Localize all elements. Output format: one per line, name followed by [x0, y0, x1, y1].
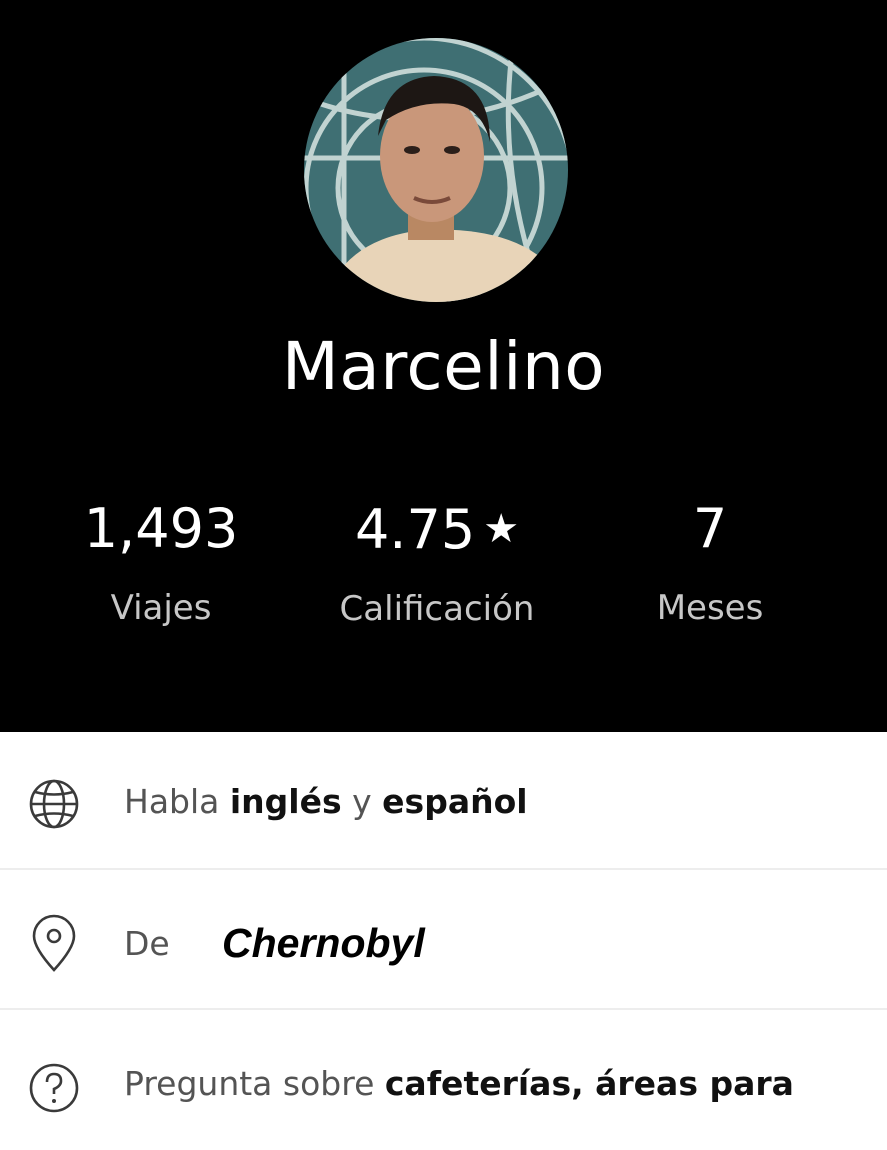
ask-about-topics: cafeterías, áreas para [384, 1064, 794, 1103]
trips-count: 1,493 [83, 497, 239, 560]
language-1: inglés [229, 782, 342, 821]
languages-row: Habla inglés y español [0, 732, 887, 870]
rating-label: Calificación [339, 589, 535, 629]
stat-months: 7 Meses [570, 496, 850, 630]
driver-name: Marcelino [281, 328, 606, 405]
stat-rating: 4.75 ★ Calificación [297, 496, 577, 631]
language-2: español [382, 782, 528, 821]
driver-photo [304, 38, 568, 302]
languages-connector: y [352, 782, 372, 821]
languages-prefix: Habla [124, 782, 220, 821]
stat-trips: 1,493 Viajes [21, 496, 301, 630]
ask-about-row: Pregunta sobre cafeterías, áreas para [0, 1012, 887, 1150]
trips-label: Viajes [110, 588, 212, 628]
globe-icon [26, 776, 82, 832]
origin-prefix: De [124, 924, 170, 963]
location-pin-icon [26, 914, 82, 972]
avatar[interactable] [304, 38, 568, 302]
months-label: Meses [656, 588, 764, 628]
star-icon: ★ [483, 506, 520, 552]
ask-about-text: Pregunta sobre cafeterías, áreas para [124, 1064, 794, 1103]
question-icon [26, 1060, 82, 1116]
ask-about-prefix: Pregunta sobre [124, 1064, 375, 1103]
origin-place: Chernobyl [222, 920, 425, 966]
profile-header: Marcelino 1,493 Viajes 4.75 ★ Calificació… [0, 0, 887, 732]
languages-text: Habla inglés y español [124, 782, 528, 821]
origin-row: De Chernobyl [0, 872, 887, 1010]
rating-value: 4.75 [354, 498, 476, 561]
months-count: 7 [692, 497, 728, 560]
rating-value-wrap: 4.75 ★ [297, 496, 577, 563]
